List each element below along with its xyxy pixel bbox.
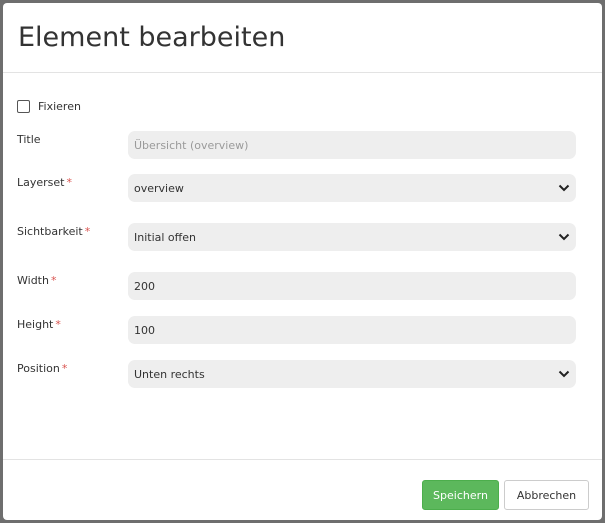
dialog-footer: Speichern Abbrechen [3, 459, 602, 520]
width-label: Width * [17, 274, 57, 287]
position-select[interactable]: Unten rechts [128, 360, 576, 388]
required-marker: * [50, 274, 57, 287]
layerset-select[interactable]: overview [128, 174, 576, 202]
chevron-down-icon [558, 370, 570, 378]
dialog-title: Element bearbeiten [18, 22, 286, 53]
sichtbarkeit-select-value: Initial offen [134, 230, 196, 244]
sichtbarkeit-label: Sichtbarkeit * [17, 225, 91, 238]
fixieren-label: Fixieren [38, 99, 81, 113]
fixieren-checkbox-row[interactable]: Fixieren [17, 98, 81, 114]
width-input[interactable]: 200 [128, 272, 576, 300]
dialog-header: Element bearbeiten [3, 3, 602, 73]
title-input-placeholder: Übersicht (overview) [134, 138, 249, 152]
sichtbarkeit-select[interactable]: Initial offen [128, 223, 576, 251]
height-input-value: 100 [134, 323, 155, 337]
save-button[interactable]: Speichern [422, 480, 499, 510]
edit-element-dialog: Element bearbeiten Fixieren Title Übersi… [3, 3, 602, 520]
chevron-down-icon [558, 233, 570, 241]
chevron-down-icon [558, 184, 570, 192]
title-input[interactable]: Übersicht (overview) [128, 131, 576, 159]
required-marker: * [61, 362, 68, 375]
required-marker: * [84, 225, 91, 238]
position-label: Position * [17, 362, 68, 375]
layerset-select-value: overview [134, 181, 184, 195]
height-input[interactable]: 100 [128, 316, 576, 344]
fixieren-checkbox[interactable] [17, 99, 30, 113]
cancel-button[interactable]: Abbrechen [504, 480, 589, 510]
required-marker: * [66, 176, 72, 189]
title-label: Title [17, 133, 41, 146]
required-marker: * [55, 318, 61, 331]
width-input-value: 200 [134, 279, 155, 293]
height-label: Height * [17, 318, 61, 331]
layerset-label: Layerset * [17, 176, 72, 189]
position-select-value: Unten rechts [134, 367, 205, 381]
